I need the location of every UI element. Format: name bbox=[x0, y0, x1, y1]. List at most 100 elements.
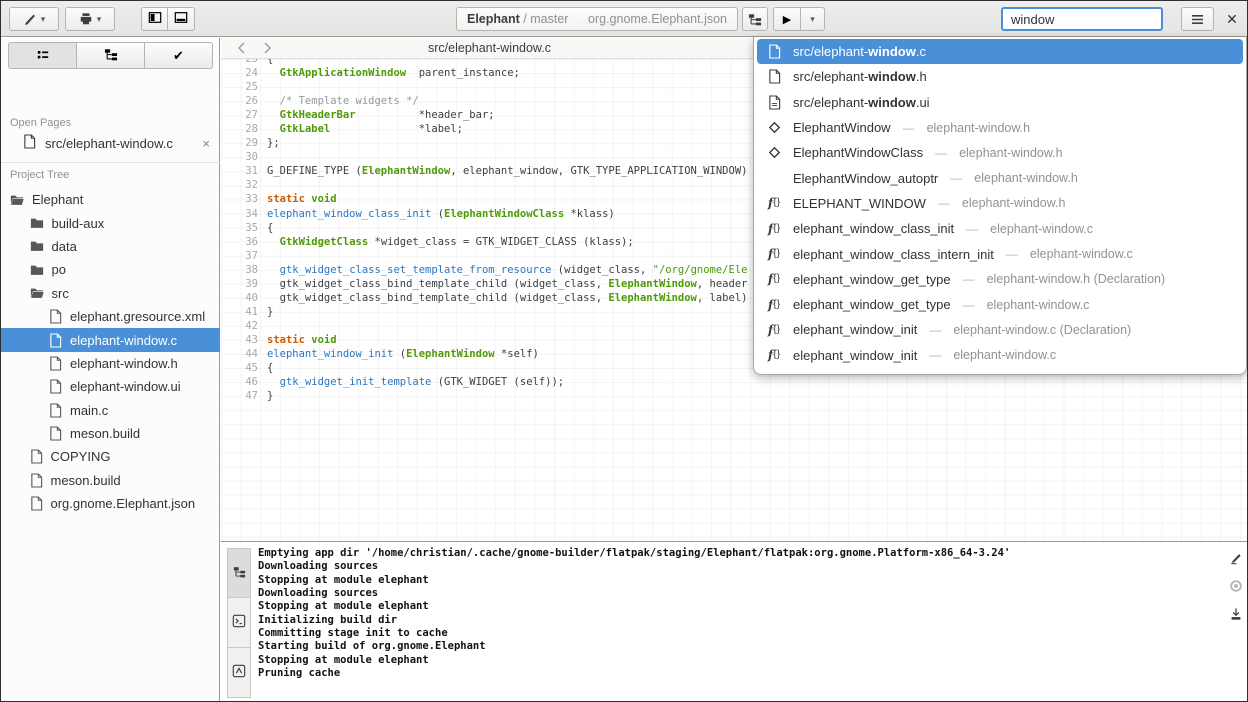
result-location: elephant-window.c bbox=[1030, 247, 1133, 261]
build-tree-icon bbox=[748, 13, 762, 26]
file-icon bbox=[23, 134, 36, 152]
tree-item[interactable]: org.gnome.Elephant.json bbox=[1, 492, 220, 515]
tree-item-label: elephant-window.c bbox=[70, 333, 177, 348]
omnibar-button[interactable]: Elephant / master org.gnome.Elephant.jso… bbox=[456, 7, 738, 31]
folder-icon bbox=[30, 264, 44, 276]
result-location: elephant-window.c bbox=[990, 222, 1093, 236]
open-page-label: src/elephant-window.c bbox=[45, 136, 173, 151]
search-result-item[interactable]: src/elephant-window.c bbox=[757, 39, 1243, 64]
tree-item[interactable]: meson.build bbox=[1, 422, 220, 445]
file-icon bbox=[30, 496, 43, 511]
search-result-item[interactable]: f{}elephant_window_class_init—elephant-w… bbox=[757, 216, 1243, 241]
result-title: elephant_window_get_type bbox=[793, 297, 951, 312]
file-icon bbox=[49, 379, 62, 394]
chevron-down-icon: ▾ bbox=[41, 14, 46, 25]
search-result-item[interactable]: src/elephant-window.ui bbox=[757, 90, 1243, 115]
export-dropdown-button[interactable]: ▾ bbox=[65, 7, 115, 31]
result-title: src/elephant-window.ui bbox=[793, 95, 930, 110]
log-line: Stopping at module elephant bbox=[258, 600, 1218, 613]
search-result-item[interactable]: src/elephant-window.h bbox=[757, 64, 1243, 89]
close-window-button[interactable]: ✕ bbox=[1219, 7, 1245, 31]
close-page-icon[interactable]: × bbox=[202, 136, 210, 151]
line-number: 35 bbox=[221, 221, 267, 235]
search-input[interactable] bbox=[1001, 7, 1163, 31]
tree-item[interactable]: elephant-window.ui bbox=[1, 375, 220, 398]
search-result-item[interactable]: f{}ELEPHANT_WINDOW—elephant-window.h bbox=[757, 191, 1243, 216]
line-number: 44 bbox=[221, 347, 267, 361]
toggle-left-panel-button[interactable] bbox=[141, 7, 168, 31]
code-line: 47} bbox=[221, 389, 1248, 403]
build-tree-icon bbox=[104, 48, 118, 64]
record-log-button[interactable] bbox=[1227, 578, 1245, 596]
tab-build-output[interactable] bbox=[227, 548, 251, 598]
line-number: 40 bbox=[221, 291, 267, 305]
file-icon bbox=[30, 449, 43, 464]
tab-terminal[interactable] bbox=[227, 598, 251, 648]
record-icon bbox=[1229, 579, 1243, 596]
open-page-item[interactable]: src/elephant-window.c × bbox=[1, 131, 220, 155]
left-sidebar: ✔ Open Pages src/elephant-window.c × Pro… bbox=[1, 38, 220, 702]
tree-item[interactable]: meson.build bbox=[1, 469, 220, 492]
tab-todo[interactable]: ✔ bbox=[145, 42, 213, 69]
tab-runtime-terminal[interactable] bbox=[227, 648, 251, 698]
search-result-item[interactable]: ElephantWindow—elephant-window.h bbox=[757, 115, 1243, 140]
tree-item[interactable]: po bbox=[1, 258, 220, 281]
project-tree-header: Project Tree bbox=[10, 169, 69, 181]
terminal-icon bbox=[232, 614, 246, 631]
search-result-item[interactable]: f{}elephant_window_init—elephant-window.… bbox=[757, 317, 1243, 342]
tree-item[interactable]: src bbox=[1, 282, 220, 305]
function-icon: f{} bbox=[766, 323, 782, 337]
log-line: Stopping at module elephant bbox=[258, 574, 1218, 587]
project-tree: Elephant build-aux dataposrcelephant.greso… bbox=[1, 188, 220, 515]
tree-item[interactable]: elephant-window.h bbox=[1, 352, 220, 375]
chevron-down-icon: ▾ bbox=[810, 14, 815, 25]
result-title: elephant_window_init bbox=[793, 322, 917, 337]
run-options-dropdown[interactable]: ▾ bbox=[801, 7, 825, 31]
log-line: Initializing build dir bbox=[258, 614, 1218, 627]
search-result-item[interactable]: ElephantWindow_autoptr—elephant-window.h bbox=[757, 165, 1243, 190]
result-separator: — bbox=[963, 272, 975, 286]
pages-list-icon bbox=[36, 48, 50, 64]
toggle-bottom-panel-button[interactable] bbox=[168, 7, 195, 31]
line-number: 45 bbox=[221, 361, 267, 375]
file-text-icon bbox=[766, 95, 782, 110]
tree-item[interactable]: build-aux bbox=[1, 211, 220, 234]
open-pages-header: Open Pages bbox=[10, 117, 71, 129]
omnibar-project-branch: Elephant / master bbox=[467, 12, 568, 26]
line-number: 32 bbox=[221, 178, 267, 192]
search-result-item[interactable]: ElephantWindowClass—elephant-window.h bbox=[757, 140, 1243, 165]
line-number: 24 bbox=[221, 66, 267, 80]
line-number: 28 bbox=[221, 122, 267, 136]
tree-item[interactable]: elephant.gresource.xml bbox=[1, 305, 220, 328]
tab-build-targets[interactable] bbox=[77, 42, 145, 69]
tree-item[interactable]: Elephant bbox=[1, 188, 220, 211]
tree-item[interactable]: data bbox=[1, 235, 220, 258]
search-result-item[interactable]: f{}elephant_window_class_intern_init—ele… bbox=[757, 241, 1243, 266]
clear-log-button[interactable] bbox=[1227, 550, 1245, 568]
menu-button[interactable] bbox=[1181, 7, 1214, 31]
function-icon: f{} bbox=[766, 196, 782, 210]
function-icon: f{} bbox=[766, 348, 782, 362]
tree-item[interactable]: elephant-window.c bbox=[1, 328, 220, 351]
result-title: ElephantWindow_autoptr bbox=[793, 171, 938, 186]
edit-tool-dropdown-button[interactable]: ▾ bbox=[9, 7, 59, 31]
save-log-button[interactable] bbox=[1227, 606, 1245, 624]
folder-open-icon bbox=[10, 194, 24, 206]
line-number: 39 bbox=[221, 277, 267, 291]
header-bar: ▾ ▾ Elephant / master org.gnome.Elephant… bbox=[1, 1, 1247, 37]
build-pipeline-button[interactable] bbox=[742, 7, 768, 31]
result-separator: — bbox=[950, 171, 962, 185]
line-number: 33 bbox=[221, 192, 267, 206]
result-title: src/elephant-window.c bbox=[793, 44, 926, 59]
tree-item[interactable]: main.c bbox=[1, 399, 220, 422]
search-result-item[interactable]: f{}elephant_window_get_type—elephant-win… bbox=[757, 267, 1243, 292]
tree-item-label: build-aux bbox=[52, 216, 105, 231]
line-number: 27 bbox=[221, 108, 267, 122]
build-log[interactable]: Emptying app dir '/home/christian/.cache… bbox=[258, 547, 1218, 680]
search-result-item[interactable]: f{}elephant_window_get_type—elephant-win… bbox=[757, 292, 1243, 317]
tree-item[interactable]: COPYING bbox=[1, 445, 220, 468]
result-location: elephant-window.h bbox=[959, 146, 1063, 160]
run-button[interactable]: ▶ bbox=[773, 7, 801, 31]
tab-open-pages[interactable] bbox=[8, 42, 77, 69]
search-result-item[interactable]: f{}elephant_window_init—elephant-window.… bbox=[757, 343, 1243, 368]
